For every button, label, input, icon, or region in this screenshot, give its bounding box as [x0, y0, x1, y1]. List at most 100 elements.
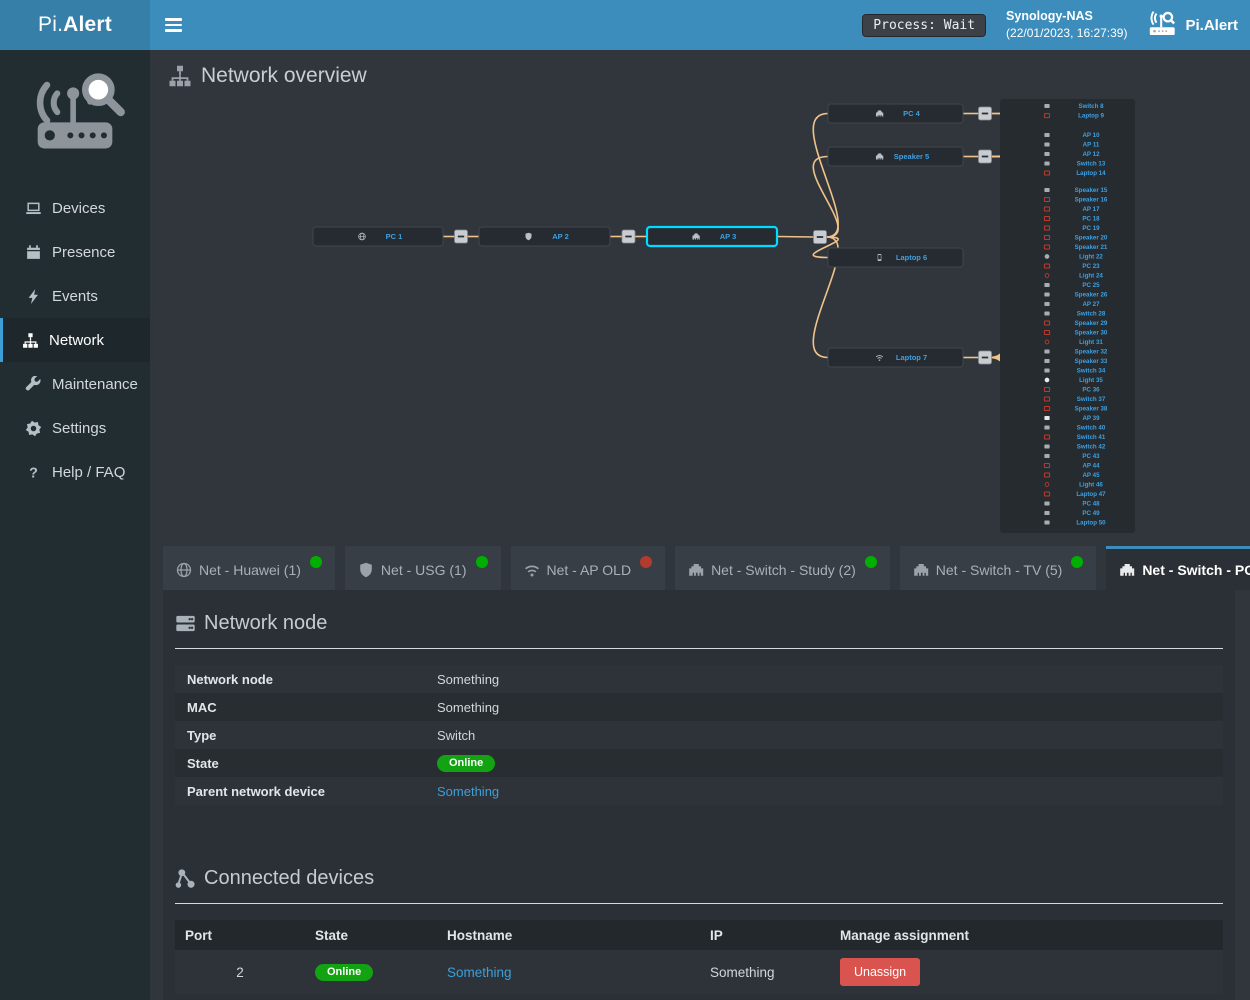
- header-brand-link[interactable]: Pi.Alert: [1147, 10, 1238, 40]
- sidebar-item-label: Settings: [52, 420, 106, 437]
- sidebar-item-label: Maintenance: [52, 376, 138, 393]
- tab-label: Net - Switch - TV (5): [936, 562, 1063, 578]
- pc-icon: [1044, 502, 1049, 506]
- sidebar-item-events[interactable]: Events: [0, 274, 150, 318]
- tab-label: Net - Huawei (1): [199, 562, 301, 578]
- svg-text:Laptop 6: Laptop 6: [896, 253, 927, 262]
- ap-icon: [1044, 302, 1049, 306]
- light-icon: [1045, 255, 1049, 259]
- detail-row-type: TypeSwitch: [175, 721, 1223, 749]
- detail-row-state: StateOnline: [175, 749, 1223, 777]
- topology-canvas: PC 1 AP 2 AP 3 PC 4 Speaker 5 Laptop 6 Laptop …: [150, 92, 1250, 546]
- top-header: Pi.Alert Process: Wait Synology-NAS (22/…: [0, 0, 1250, 50]
- hamburger-icon[interactable]: [165, 15, 185, 34]
- topology-node-ap-3[interactable]: AP 3: [647, 227, 777, 246]
- svg-text:Switch 28: Switch 28: [1077, 311, 1106, 318]
- svg-text:Speaker 38: Speaker 38: [1075, 406, 1108, 413]
- globe-icon: [176, 562, 192, 578]
- collapse-toggle[interactable]: [979, 107, 992, 120]
- svg-text:PC 48: PC 48: [1082, 501, 1100, 508]
- divider: [175, 903, 1223, 904]
- svg-text:Speaker 20: Speaker 20: [1075, 235, 1108, 242]
- topology-node-ap-2[interactable]: AP 2: [479, 227, 610, 246]
- parent-device-link[interactable]: Something: [437, 784, 499, 799]
- topology-node-laptop-7[interactable]: Laptop 7: [828, 348, 963, 367]
- detail-value: Switch: [437, 728, 475, 743]
- network-node-title: Network node: [204, 612, 327, 635]
- svg-text:PC 1: PC 1: [386, 232, 403, 241]
- tab-label: Net - Switch - POE (4): [1142, 562, 1250, 578]
- status-dot-green: [476, 556, 488, 568]
- svg-text:AP 11: AP 11: [1083, 142, 1100, 149]
- node-tabs: Net - Huawei (1) Net - USG (1)Net - AP OL…: [163, 546, 1235, 590]
- wrench-icon: [25, 376, 42, 393]
- ethernet-icon: [913, 562, 929, 578]
- hostname-link[interactable]: Something: [447, 965, 512, 980]
- connected-devices-table: PortStateHostnameIPManage assignment 2On…: [175, 920, 1223, 994]
- header-brand-label: Pi.Alert: [1185, 17, 1238, 34]
- collapse-toggle[interactable]: [979, 150, 992, 163]
- svg-text:Speaker 33: Speaker 33: [1075, 358, 1108, 365]
- ap-icon: [1044, 416, 1049, 420]
- svg-text:AP 45: AP 45: [1082, 472, 1100, 479]
- tab-net-switch-tv-5[interactable]: Net - Switch - TV (5): [900, 546, 1097, 590]
- brand-prefix: Pi.: [38, 13, 63, 37]
- sidebar-item-label: Devices: [52, 200, 105, 217]
- svg-text:Switch 40: Switch 40: [1077, 425, 1106, 432]
- connected-devices-title: Connected devices: [204, 867, 374, 890]
- ap-icon: [1044, 152, 1049, 156]
- tab-net-huawei-1[interactable]: Net - Huawei (1): [163, 546, 335, 590]
- sidebar-item-help-faq[interactable]: ?Help / FAQ: [0, 450, 150, 494]
- detail-value: Something: [437, 672, 499, 687]
- topology-node-pc-4[interactable]: PC 4: [828, 104, 963, 123]
- svg-text:Speaker 15: Speaker 15: [1075, 187, 1108, 194]
- laptop-icon: [25, 200, 42, 217]
- tab-net-switch-study-2[interactable]: Net - Switch - Study (2): [675, 546, 890, 590]
- topology-node-pc-1[interactable]: PC 1: [313, 227, 443, 246]
- tab-net-usg-1[interactable]: Net - USG (1): [345, 546, 501, 590]
- unassign-button[interactable]: Unassign: [840, 958, 920, 986]
- page-title: Network overview: [168, 62, 1250, 90]
- table-row: 2OnlineSomethingSomethingUnassign: [175, 950, 1223, 994]
- collapse-toggle[interactable]: [979, 351, 992, 364]
- pc-icon: [1044, 511, 1049, 515]
- detail-row-mac: MACSomething: [175, 693, 1223, 721]
- tab-net-ap-old[interactable]: Net - AP OLD: [511, 546, 666, 590]
- svg-text:Switch 41: Switch 41: [1077, 434, 1106, 441]
- topology-node-speaker-5[interactable]: Speaker 5: [828, 147, 963, 166]
- topology-node-laptop-6[interactable]: Laptop 6: [828, 248, 963, 267]
- svg-text:AP 17: AP 17: [1082, 206, 1100, 213]
- mobile-icon: [878, 254, 882, 261]
- svg-text:Speaker 26: Speaker 26: [1075, 292, 1108, 299]
- collapse-toggle[interactable]: [455, 230, 468, 243]
- sitemap-icon: [168, 64, 192, 88]
- collapse-toggle[interactable]: [622, 230, 635, 243]
- svg-text:Laptop 47: Laptop 47: [1076, 491, 1106, 498]
- host-timestamp: (22/01/2023, 16:27:39): [1006, 25, 1127, 41]
- svg-text:Speaker 21: Speaker 21: [1075, 244, 1108, 251]
- switch-icon: [1044, 162, 1049, 166]
- router-search-logo-icon: [19, 66, 131, 160]
- router-search-icon: [1147, 10, 1177, 40]
- sidebar-item-devices[interactable]: Devices: [0, 186, 150, 230]
- brand-logo[interactable]: Pi.Alert: [0, 0, 150, 50]
- detail-label: MAC: [175, 700, 437, 715]
- status-dot-green: [1071, 556, 1083, 568]
- status-badge: Online: [315, 964, 373, 981]
- detail-row-network-node: Network nodeSomething: [175, 665, 1223, 693]
- sidebar-item-maintenance[interactable]: Maintenance: [0, 362, 150, 406]
- svg-text:Light 24: Light 24: [1079, 273, 1103, 280]
- svg-text:Speaker 16: Speaker 16: [1075, 197, 1108, 204]
- sidebar-item-settings[interactable]: Settings: [0, 406, 150, 450]
- switch-icon: [1044, 312, 1049, 316]
- sidebar-item-label: Network: [49, 332, 104, 349]
- wifi-icon: [524, 562, 540, 578]
- collapse-toggle[interactable]: [814, 231, 827, 244]
- svg-text:AP 12: AP 12: [1082, 151, 1100, 158]
- svg-text:PC 19: PC 19: [1082, 225, 1100, 232]
- sidebar-item-network[interactable]: Network: [0, 318, 150, 362]
- tab-net-switch-poe-4[interactable]: Net - Switch - POE (4): [1106, 546, 1250, 590]
- sidebar-item-presence[interactable]: Presence: [0, 230, 150, 274]
- pialert-logo: [0, 50, 150, 186]
- pialert-app: Pi.Alert Process: Wait Synology-NAS (22/…: [0, 0, 1250, 1000]
